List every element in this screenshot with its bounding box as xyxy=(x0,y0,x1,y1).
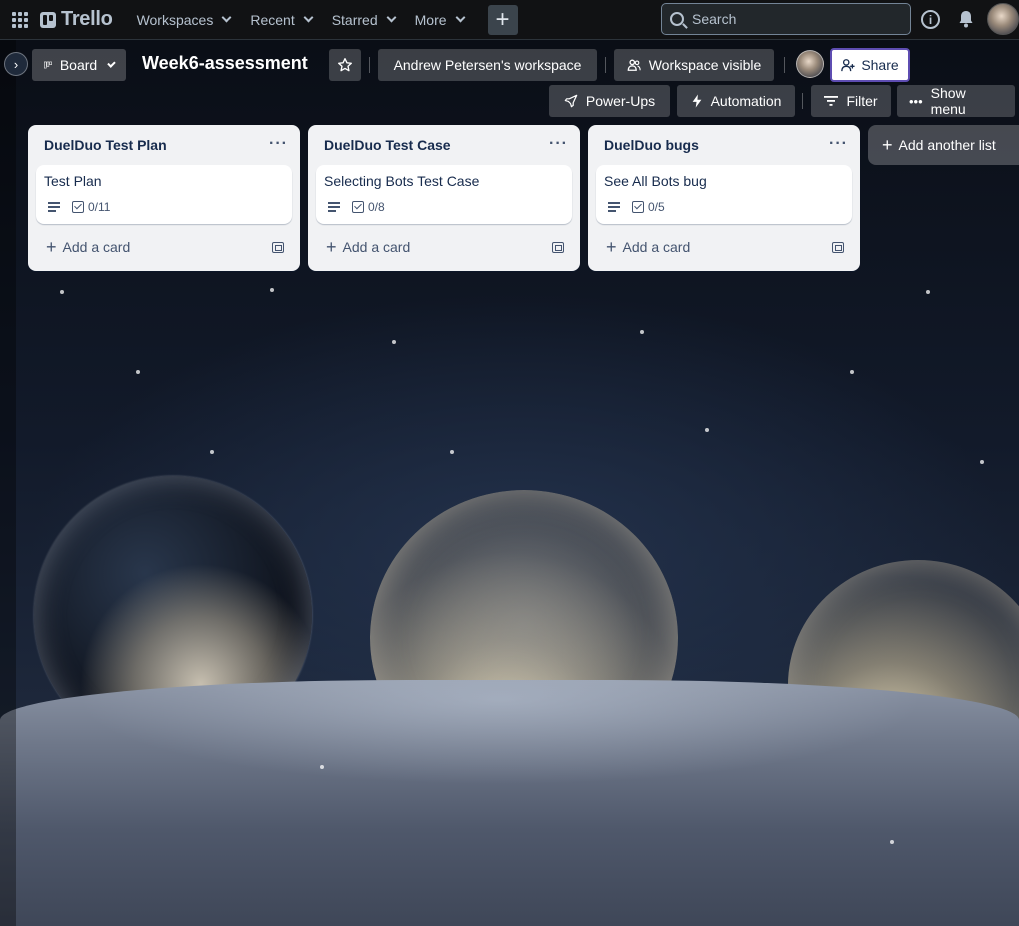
plus-icon: + xyxy=(606,237,617,257)
divider xyxy=(369,57,370,73)
star-icon xyxy=(338,58,352,72)
plus-icon: + xyxy=(46,237,57,257)
automation-button[interactable]: Automation xyxy=(677,85,795,117)
sidebar-collapsed xyxy=(0,40,16,926)
divider xyxy=(802,93,803,109)
board-title[interactable]: Week6-assessment xyxy=(142,53,308,74)
more-dots-icon: ••• xyxy=(909,93,923,109)
search-icon xyxy=(670,12,684,26)
show-menu-button[interactable]: ••• Show menu xyxy=(897,85,1015,117)
board-icon xyxy=(44,61,52,69)
snowflake xyxy=(926,290,930,294)
add-card-button[interactable]: + Add a card xyxy=(326,237,410,257)
list-dueldu-test-case[interactable]: DuelDuo Test Case ··· Selecting Bots Tes… xyxy=(308,125,580,271)
snowflake xyxy=(210,450,214,454)
workspace-button[interactable]: Andrew Petersen's workspace xyxy=(378,49,597,81)
people-icon xyxy=(627,59,641,71)
notification-bell-icon[interactable] xyxy=(957,9,975,29)
chevron-down-icon xyxy=(221,12,232,23)
card-badges: 0/8 xyxy=(328,200,385,214)
checklist-icon xyxy=(632,201,644,213)
add-card-button[interactable]: + Add a card xyxy=(46,237,130,257)
checklist-badge: 0/8 xyxy=(352,200,385,214)
description-icon xyxy=(328,202,340,212)
snowflake xyxy=(136,370,140,374)
card[interactable]: Selecting Bots Test Case 0/8 xyxy=(316,165,572,224)
divider xyxy=(784,57,785,73)
expand-sidebar-button[interactable]: › xyxy=(4,52,28,76)
workspaces-menu[interactable]: Workspaces xyxy=(127,4,241,36)
filter-icon xyxy=(824,96,839,106)
snowflake xyxy=(320,765,324,769)
snowflake xyxy=(60,290,64,294)
checklist-icon xyxy=(72,201,84,213)
snowflake xyxy=(640,330,644,334)
list-title[interactable]: DuelDuo Test Plan xyxy=(44,137,167,153)
snowflake xyxy=(980,460,984,464)
share-button[interactable]: Share xyxy=(830,48,910,82)
add-another-list-button[interactable]: + Add another list xyxy=(868,125,1019,165)
divider xyxy=(605,57,606,73)
plus-icon: + xyxy=(326,237,337,257)
board-member-avatar[interactable] xyxy=(796,50,824,78)
checklist-badge: 0/5 xyxy=(632,200,665,214)
add-person-icon xyxy=(841,59,855,72)
chevron-down-icon xyxy=(386,12,397,23)
card-template-icon[interactable] xyxy=(272,242,284,253)
chevron-down-icon xyxy=(303,12,314,23)
star-board-button[interactable] xyxy=(329,49,361,81)
card-template-icon[interactable] xyxy=(552,242,564,253)
description-icon xyxy=(48,202,60,212)
card-badges: 0/11 xyxy=(48,200,110,214)
snow-ground-image xyxy=(0,680,1019,926)
checklist-badge: 0/11 xyxy=(72,200,110,214)
snowflake xyxy=(270,288,274,292)
description-icon xyxy=(608,202,620,212)
snowflake xyxy=(450,450,454,454)
list-actions-icon[interactable]: ··· xyxy=(829,135,848,153)
filter-button[interactable]: Filter xyxy=(811,85,891,117)
list-title[interactable]: DuelDuo bugs xyxy=(604,137,699,153)
card[interactable]: See All Bots bug 0/5 xyxy=(596,165,852,224)
card-title: Test Plan xyxy=(44,173,102,189)
plus-icon: + xyxy=(882,135,893,155)
visibility-button[interactable]: Workspace visible xyxy=(614,49,774,81)
trello-logo[interactable]: Trello xyxy=(40,8,113,31)
snowflake xyxy=(890,840,894,844)
checklist-icon xyxy=(352,201,364,213)
chevron-down-icon xyxy=(455,12,465,23)
power-ups-button[interactable]: Power-Ups xyxy=(549,85,670,117)
board-view-switcher[interactable]: Board xyxy=(32,49,126,81)
search-input[interactable]: Search xyxy=(661,3,911,35)
info-icon[interactable]: i xyxy=(921,10,940,29)
list-dueldu-test-plan[interactable]: DuelDuo Test Plan ··· Test Plan 0/11 + A… xyxy=(28,125,300,271)
list-actions-icon[interactable]: ··· xyxy=(549,135,568,153)
list-dueldu-bugs[interactable]: DuelDuo bugs ··· See All Bots bug 0/5 + … xyxy=(588,125,860,271)
snowflake xyxy=(392,340,396,344)
recent-menu[interactable]: Recent xyxy=(240,4,321,36)
list-actions-icon[interactable]: ··· xyxy=(269,135,288,153)
chevron-down-icon xyxy=(107,58,116,68)
trello-logo-icon xyxy=(40,11,56,28)
snowflake xyxy=(705,428,709,432)
more-menu[interactable]: More xyxy=(405,4,474,36)
lightning-icon xyxy=(692,94,701,108)
create-button[interactable]: + xyxy=(487,4,518,35)
card-template-icon[interactable] xyxy=(832,242,844,253)
card[interactable]: Test Plan 0/11 xyxy=(36,165,292,224)
snowflake xyxy=(850,370,854,374)
rocket-icon xyxy=(564,94,578,108)
add-card-button[interactable]: + Add a card xyxy=(606,237,690,257)
card-title: See All Bots bug xyxy=(604,173,707,189)
app-switcher-icon[interactable] xyxy=(6,6,34,34)
card-badges: 0/5 xyxy=(608,200,665,214)
list-title[interactable]: DuelDuo Test Case xyxy=(324,137,451,153)
card-title: Selecting Bots Test Case xyxy=(324,173,480,189)
starred-menu[interactable]: Starred xyxy=(322,4,405,36)
user-avatar[interactable] xyxy=(987,3,1019,35)
